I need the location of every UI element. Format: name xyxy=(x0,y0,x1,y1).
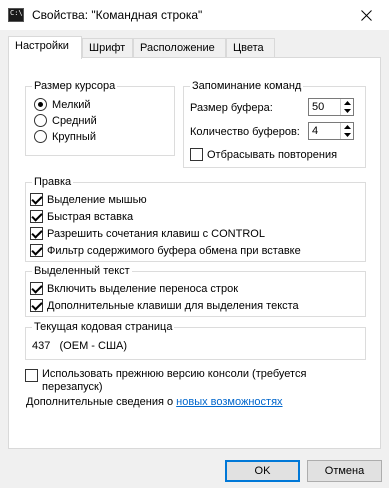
radio-button[interactable] xyxy=(34,130,47,143)
title-bar: Свойства: "Командная строка" xyxy=(0,0,389,30)
clipboard-filter-checkbox[interactable]: Фильтр содержимого буфера обмена при вст… xyxy=(30,244,301,257)
line-wrap-selection-checkbox[interactable]: Включить выделение переноса строк xyxy=(30,282,238,295)
text-selection-title: Выделенный текст xyxy=(32,265,132,278)
checkbox[interactable] xyxy=(30,210,43,223)
buffer-size-stepper[interactable]: 50 xyxy=(308,98,354,116)
arrow-down-icon xyxy=(343,109,351,113)
edit-options-group: Правка Выделение мышью Быстрая вставка Р… xyxy=(25,176,366,262)
checkbox[interactable] xyxy=(30,227,43,240)
spin-up-button[interactable] xyxy=(341,123,353,131)
checkbox[interactable] xyxy=(30,244,43,257)
checkbox[interactable] xyxy=(25,369,38,382)
buffer-count-label: Количество буферов: xyxy=(190,126,300,138)
close-button[interactable] xyxy=(343,0,389,30)
checkbox[interactable] xyxy=(190,148,203,161)
tab-font[interactable]: Шрифт xyxy=(82,38,133,58)
mouse-selection-checkbox[interactable]: Выделение мышью xyxy=(30,193,147,206)
more-info-text: Дополнительные сведения о новых возможно… xyxy=(26,396,283,408)
window-title: Свойства: "Командная строка" xyxy=(32,8,203,22)
discard-duplicates-checkbox[interactable]: Отбрасывать повторения xyxy=(190,148,337,161)
codepage-value: 437 (OEM - США) xyxy=(32,340,128,352)
buffer-size-label: Размер буфера: xyxy=(190,102,273,114)
ctrl-shortcuts-checkbox[interactable]: Разрешить сочетания клавиш с CONTROL xyxy=(30,227,265,240)
tab-layout[interactable]: Расположение xyxy=(133,38,226,58)
cursor-size-group: Размер курсора Мелкий Средний Крупный xyxy=(25,80,175,156)
buffer-count-stepper[interactable]: 4 xyxy=(308,122,354,140)
tab-colors[interactable]: Цвета xyxy=(226,38,275,58)
arrow-up-icon xyxy=(343,125,351,129)
checkbox[interactable] xyxy=(30,282,43,295)
command-history-title: Запоминание команд xyxy=(190,80,304,93)
buffer-count-value[interactable]: 4 xyxy=(312,125,318,137)
arrow-down-icon xyxy=(343,133,351,137)
radio-button[interactable] xyxy=(34,114,47,127)
arrow-up-icon xyxy=(343,101,351,105)
close-icon xyxy=(360,9,372,21)
tab-settings[interactable]: Настройки xyxy=(8,36,82,59)
radio-large[interactable]: Крупный xyxy=(34,130,96,143)
radio-small[interactable]: Мелкий xyxy=(34,98,91,111)
legacy-console-label-line1: Использовать прежнюю версию консоли (тре… xyxy=(42,368,307,380)
legacy-console-checkbox[interactable]: Использовать прежнюю версию консоли (тре… xyxy=(25,368,306,393)
quick-paste-checkbox[interactable]: Быстрая вставка xyxy=(30,210,133,223)
checkbox[interactable] xyxy=(30,299,43,312)
command-history-group: Запоминание команд Размер буфера: 50 Кол… xyxy=(183,80,366,168)
cancel-button[interactable]: Отмена xyxy=(307,460,382,482)
spin-up-button[interactable] xyxy=(341,99,353,107)
spin-down-button[interactable] xyxy=(341,131,353,139)
checkbox[interactable] xyxy=(30,193,43,206)
console-icon xyxy=(8,8,24,22)
radio-button[interactable] xyxy=(34,98,47,111)
codepage-group: Текущая кодовая страница 437 (OEM - США) xyxy=(25,321,366,360)
radio-medium[interactable]: Средний xyxy=(34,114,97,127)
edit-options-title: Правка xyxy=(32,176,74,189)
ok-button[interactable]: OK xyxy=(225,460,300,482)
spin-down-button[interactable] xyxy=(341,107,353,115)
extended-edit-keys-checkbox[interactable]: Дополнительные клавиши для выделения тек… xyxy=(30,299,299,312)
text-selection-group: Выделенный текст Включить выделение пере… xyxy=(25,265,366,317)
buffer-size-value[interactable]: 50 xyxy=(312,101,324,113)
legacy-console-label-line2: перезапуск) xyxy=(42,381,103,393)
cursor-size-title: Размер курсора xyxy=(32,80,118,93)
codepage-title: Текущая кодовая страница xyxy=(32,321,175,334)
settings-panel: Размер курсора Мелкий Средний Крупный За… xyxy=(8,57,381,449)
new-features-link[interactable]: новых возможностях xyxy=(176,396,282,408)
